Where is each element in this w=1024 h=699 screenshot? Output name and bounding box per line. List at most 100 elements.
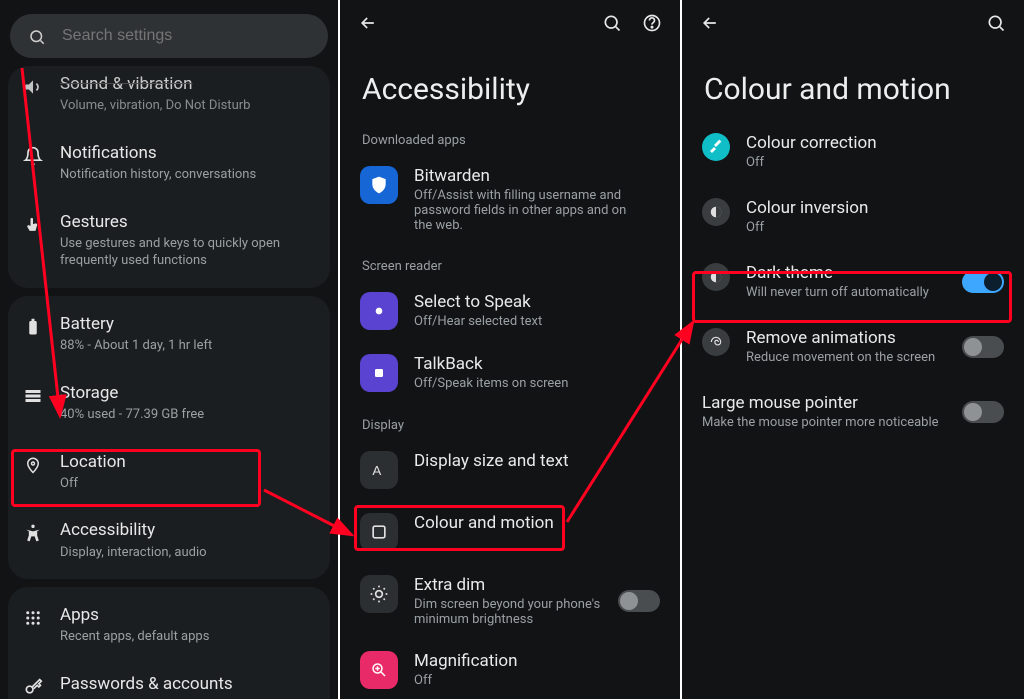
item-sub: Off/Hear selected text (414, 314, 542, 329)
a11y-display-size[interactable]: A Display size and text (340, 439, 680, 501)
item-sub: Dim screen beyond your phone's minimum b… (414, 597, 602, 627)
item-sub: 40% used - 77.39 GB free (60, 406, 204, 424)
settings-item-gestures[interactable]: GesturesUse gestures and keys to quickly… (8, 198, 330, 284)
settings-item-notifications[interactable]: Notifications Notification history, conve… (8, 129, 330, 198)
item-title: Colour inversion (746, 198, 1004, 218)
section-label: Screen reader (340, 245, 680, 280)
settings-group-2: Apps Recent apps, default apps Passwords … (8, 587, 330, 699)
a11y-colour-motion[interactable]: Colour and motion (340, 501, 680, 563)
item-sub: Will never turn off automatically (746, 285, 946, 300)
dropper-icon (702, 133, 730, 161)
item-title: Colour and motion (414, 513, 554, 533)
a11y-talkback[interactable]: TalkBackOff/Speak items on screen (340, 342, 680, 404)
remove-animations[interactable]: Remove animations Reduce movement on the … (682, 314, 1024, 379)
item-title: TalkBack (414, 354, 568, 374)
a11y-magnification[interactable]: Magnification Off (340, 639, 680, 699)
halfcirc-icon (702, 263, 730, 291)
settings-root-pane: Sound & vibration Volume, vibration, Do N… (0, 0, 340, 699)
section-label: Downloaded apps (340, 119, 680, 154)
hand-icon (22, 214, 44, 236)
dark-theme-toggle[interactable] (962, 271, 1004, 293)
colour-correction[interactable]: Colour correctionOff (682, 119, 1024, 184)
settings-item-sound[interactable]: Sound & vibration Volume, vibration, Do N… (8, 70, 330, 129)
item-title: Display size and text (414, 451, 569, 471)
item-title: Dark theme (746, 263, 946, 283)
settings-item-storage[interactable]: Storage 40% used - 77.39 GB free (8, 369, 330, 438)
settings-item-apps[interactable]: Apps Recent apps, default apps (8, 591, 330, 660)
page-title: Accessibility (340, 46, 680, 119)
item-sub: Off/Assist with filling username and pas… (414, 188, 644, 233)
item-sub: Off (414, 673, 518, 688)
remove-animations-toggle[interactable] (962, 336, 1004, 358)
key-icon (22, 676, 44, 698)
settings-group-1: Battery 88% - About 1 day, 1 hr left Stor… (8, 296, 330, 579)
item-sub: Reduce movement on the screen (746, 350, 946, 365)
a11y-extra-dim[interactable]: Extra dimDim screen beyond your phone's … (340, 563, 680, 639)
settings-item-passwords[interactable]: Passwords & accountsSaved passwords, aut… (8, 660, 330, 699)
item-sub: Off (746, 155, 1004, 170)
shield-fill-icon (360, 166, 398, 204)
back-button[interactable] (696, 9, 724, 37)
item-title: Magnification (414, 651, 518, 671)
square-icon (360, 354, 398, 392)
settings-item-location[interactable]: Location Off (8, 438, 330, 507)
dark-theme[interactable]: Dark theme Will never turn off automatica… (682, 249, 1024, 314)
item-title: Select to Speak (414, 292, 542, 312)
svg-text:A: A (372, 463, 381, 478)
pin-icon (22, 454, 44, 476)
item-title: Bitwarden (414, 166, 644, 186)
appbar (340, 0, 680, 46)
accessibility-pane: Accessibility Downloaded apps BitwardenO… (340, 0, 682, 699)
item-title: Apps (60, 605, 209, 626)
large-pointer-toggle[interactable] (962, 401, 1004, 423)
settings-item-battery[interactable]: Battery 88% - About 1 day, 1 hr left (8, 300, 330, 369)
help-button[interactable] (638, 9, 666, 37)
item-sub: Display, interaction, audio (60, 544, 207, 562)
item-title: Accessibility (60, 520, 207, 541)
colour-inversion[interactable]: Colour inversion Off (682, 184, 1024, 249)
grid-icon (22, 607, 44, 629)
item-title: Remove animations (746, 328, 946, 348)
extra-dim-toggle[interactable] (618, 590, 660, 612)
a11y-select-to-speak[interactable]: Select to Speak Off/Hear selected text (340, 280, 680, 342)
search-icon (26, 26, 48, 48)
item-sub: Make the mouse pointer more noticeable (702, 415, 946, 430)
search-button[interactable] (598, 9, 626, 37)
item-sub: Recent apps, default apps (60, 628, 209, 646)
storage-icon (22, 385, 44, 407)
item-sub: Off (746, 220, 1004, 235)
search-button[interactable] (982, 9, 1010, 37)
large-mouse-pointer[interactable]: Large mouse pointer Make the mouse pointe… (682, 379, 1024, 444)
item-title: Battery (60, 314, 212, 335)
item-sub: Use gestures and keys to quickly open fr… (60, 235, 290, 270)
search-settings[interactable] (10, 14, 328, 58)
item-title: Notifications (60, 143, 256, 164)
settings-item-accessibility[interactable]: Accessibility Display, interaction, audio (8, 506, 330, 575)
search-input[interactable] (62, 27, 312, 45)
textsize-icon: A (360, 451, 398, 489)
section-label: Display (340, 404, 680, 439)
a11y-icon (22, 522, 44, 544)
swirl-icon (702, 328, 730, 356)
bell-icon (22, 145, 44, 167)
item-sub: Volume, vibration, Do Not Disturb (60, 97, 250, 115)
colour-motion-pane: Colour and motion Colour correctionOff C… (682, 0, 1024, 699)
a11y-bitwarden[interactable]: BitwardenOff/Assist with filling usernam… (340, 154, 680, 245)
page-title: Colour and motion (682, 46, 1024, 119)
item-sub: 88% - About 1 day, 1 hr left (60, 337, 212, 355)
volume-icon (22, 76, 44, 98)
item-title: Sound & vibration (60, 74, 250, 95)
dot-icon (360, 292, 398, 330)
item-title: Extra dim (414, 575, 602, 595)
settings-group-0: Sound & vibration Volume, vibration, Do N… (8, 66, 330, 288)
back-button[interactable] (354, 9, 382, 37)
item-title: Gestures (60, 212, 290, 233)
halfcirc-icon (702, 198, 730, 226)
item-title: Location (60, 452, 126, 473)
item-sub: Notification history, conversations (60, 166, 256, 184)
colour-icon (360, 513, 398, 551)
magnify-icon (360, 651, 398, 689)
item-title: Storage (60, 383, 204, 404)
item-sub: Off (60, 475, 126, 493)
item-title: Large mouse pointer (702, 393, 946, 413)
